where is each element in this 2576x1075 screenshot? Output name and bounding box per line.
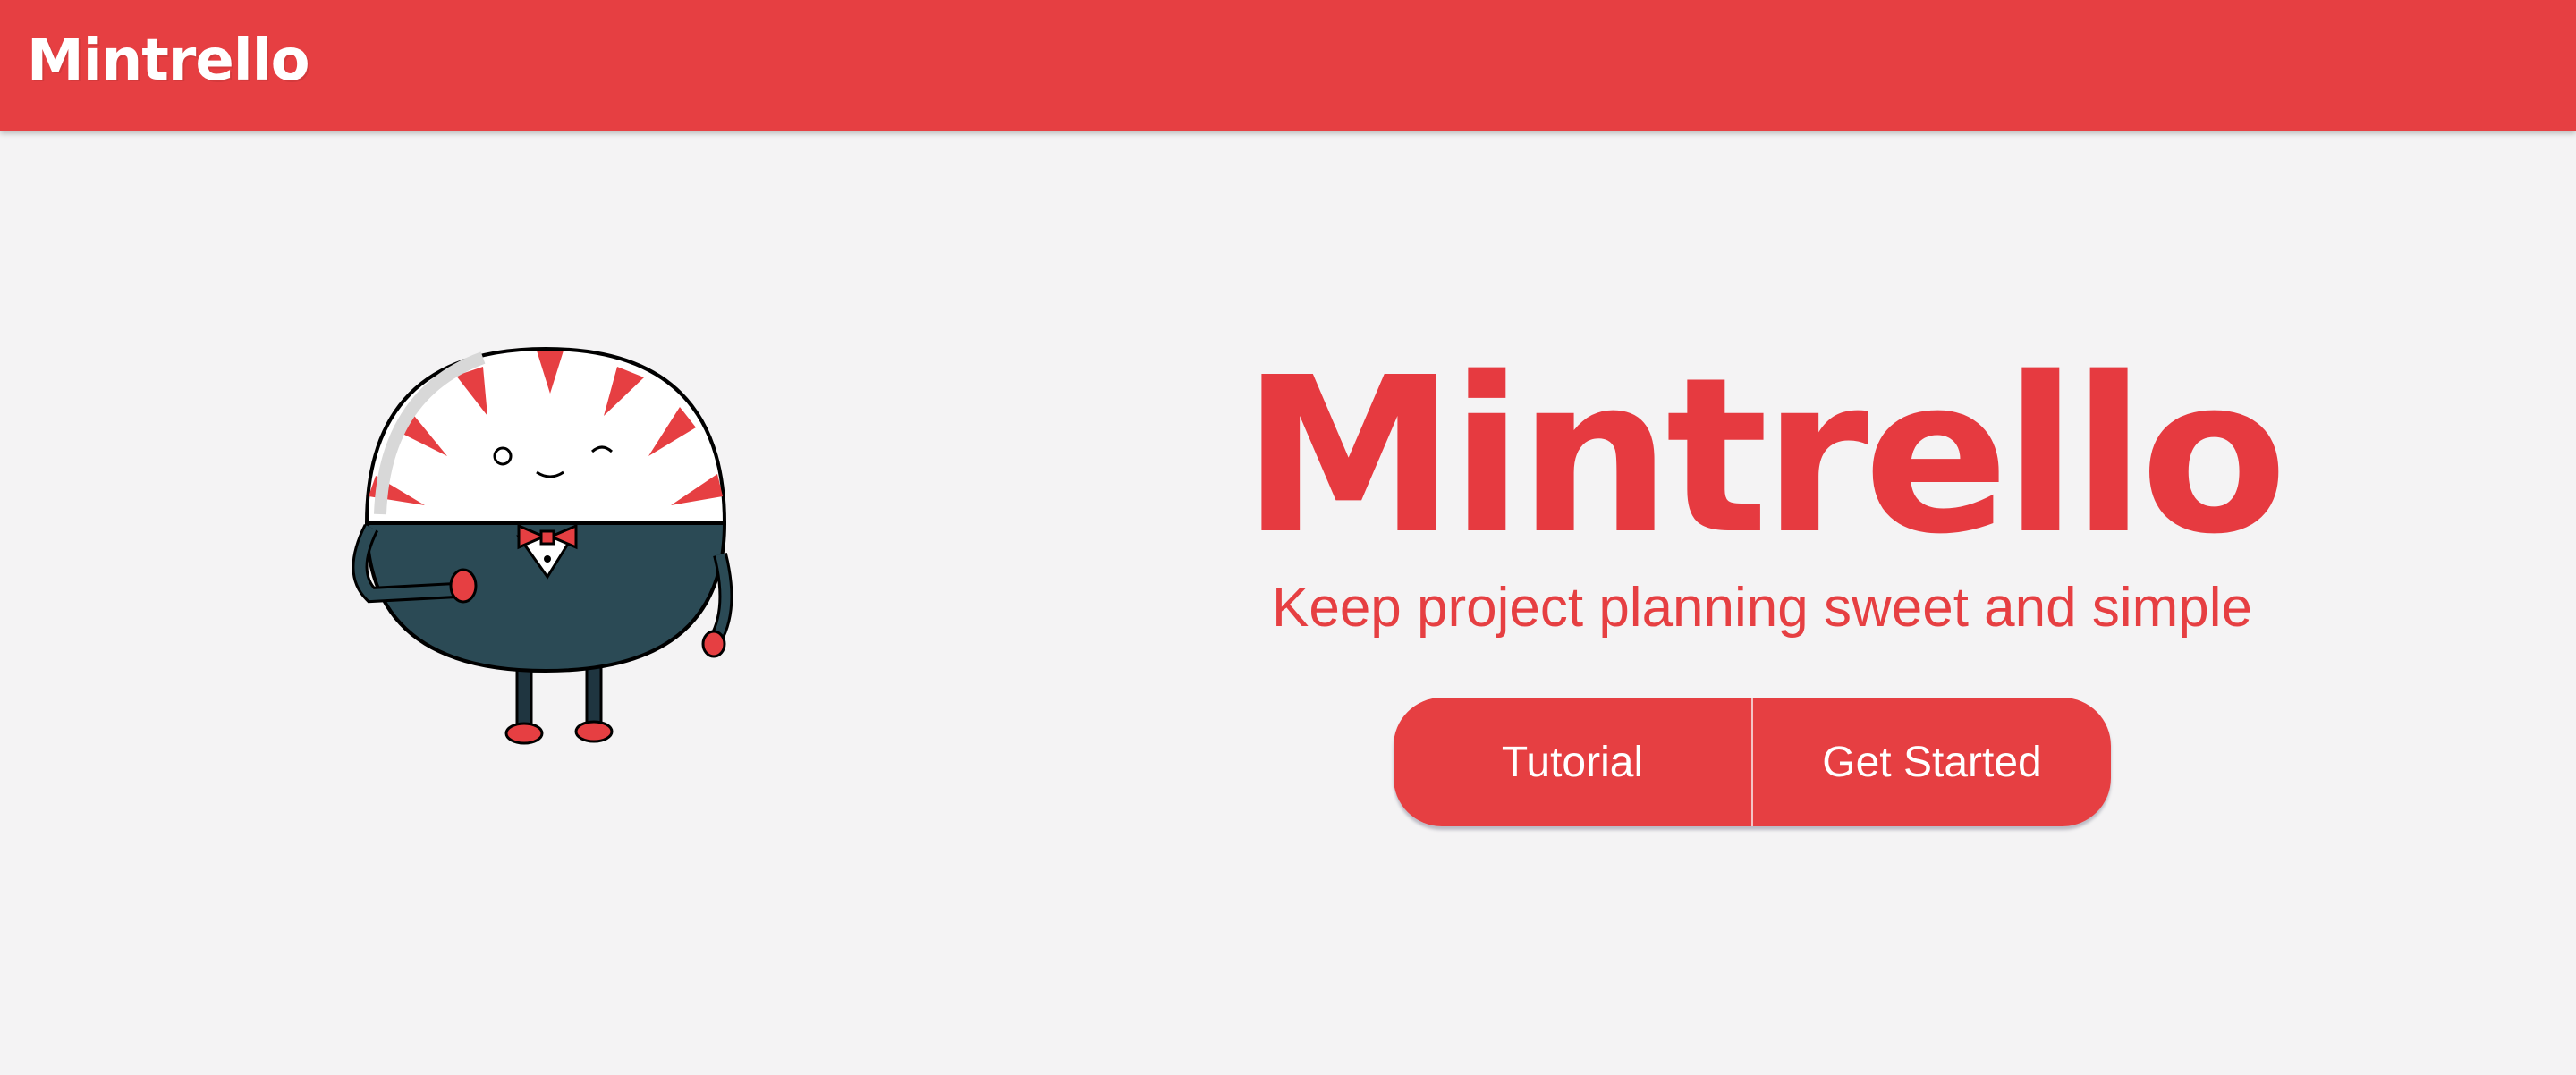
hero-title: Mintrello [1241, 331, 2287, 581]
nav-logo[interactable]: Mintrello [27, 25, 310, 97]
peppermint-butler-icon [352, 346, 733, 745]
hero-button-group: Tutorial Get Started [1394, 698, 2111, 826]
top-navbar: Mintrello [0, 0, 2576, 131]
tutorial-button[interactable]: Tutorial [1394, 698, 1751, 826]
get-started-button[interactable]: Get Started [1751, 698, 2111, 826]
hero-section: Mintrello Keep project planning sweet an… [1190, 340, 2334, 644]
hero-subtitle: Keep project planning sweet and simple [1271, 577, 2253, 639]
